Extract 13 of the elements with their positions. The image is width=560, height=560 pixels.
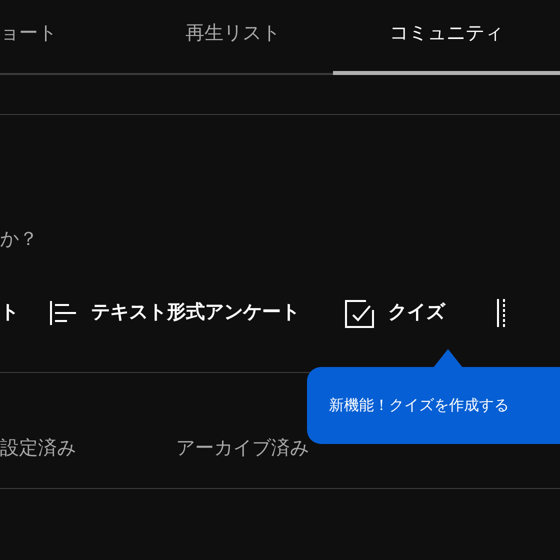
post-type-option[interactable]: クイズ [344, 298, 445, 328]
filter-tab[interactable]: アーカイブ済み [176, 434, 309, 462]
post-type-option[interactable]: ト [0, 298, 19, 327]
tooltip-text: 新機能！クイズを作成する [329, 395, 509, 416]
filter-tab[interactable]: 設定済み [0, 434, 76, 462]
tab[interactable]: ョート [0, 0, 133, 75]
list-icon [49, 300, 77, 326]
checkbox-icon [344, 298, 374, 328]
prompt-text: か？ [0, 226, 38, 252]
tab[interactable]: コミュニティ [333, 0, 560, 75]
post-type-option[interactable]: テキスト形式アンケート [49, 298, 300, 327]
more-icon[interactable] [497, 298, 507, 326]
tab[interactable]: 再生リスト [133, 0, 333, 75]
